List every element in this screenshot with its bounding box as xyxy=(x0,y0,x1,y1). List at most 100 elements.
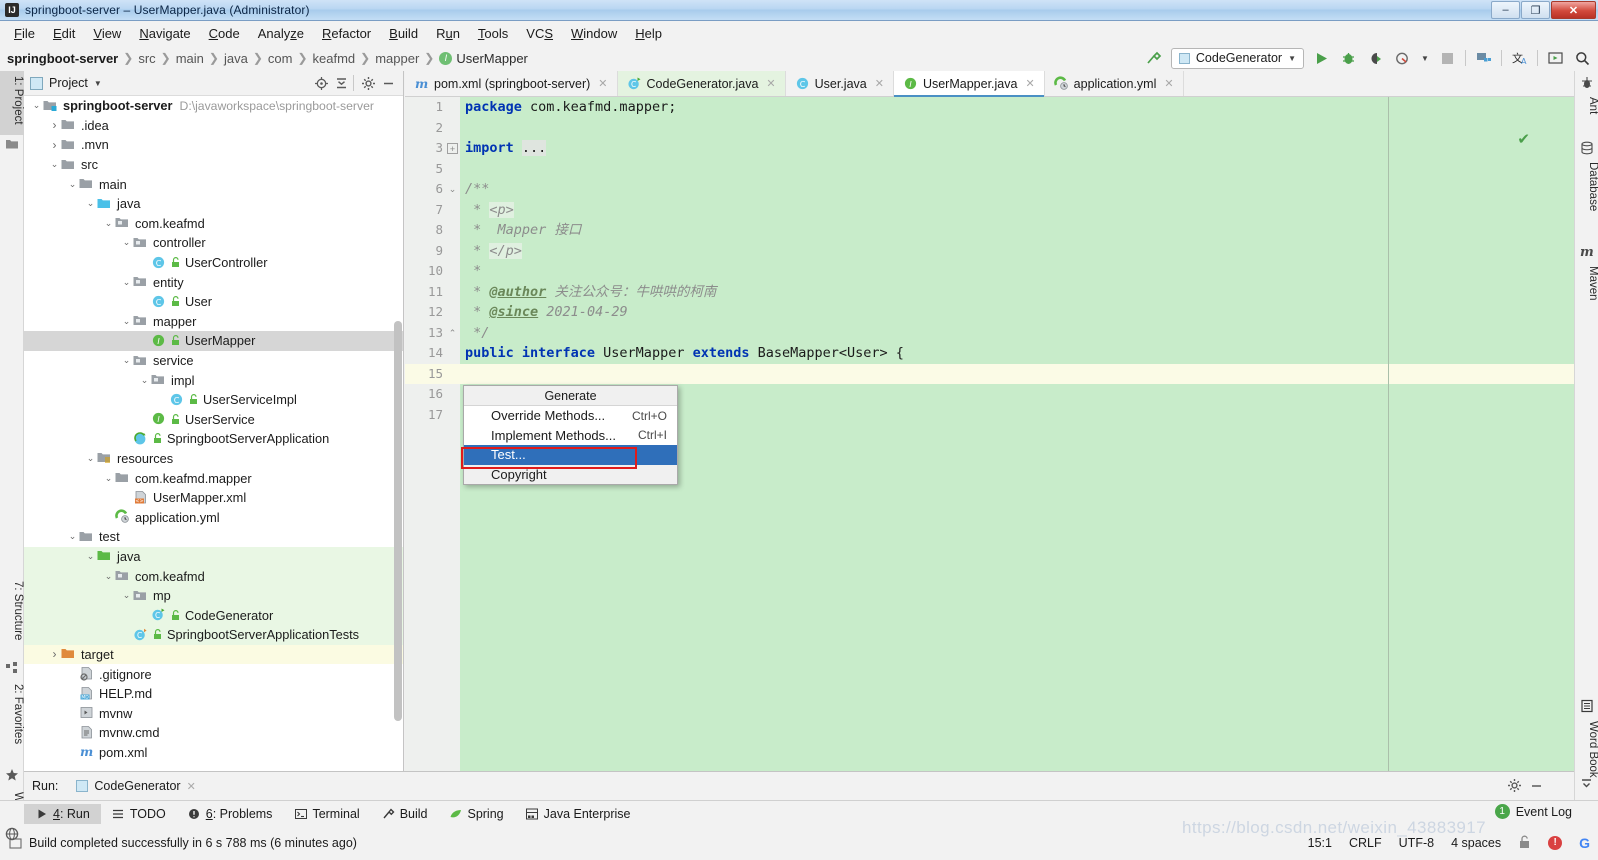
sidebar-item-structure[interactable]: 7: Structure xyxy=(0,576,24,658)
generate-menu-item-copyright[interactable]: Copyright xyxy=(464,465,677,485)
breadcrumb-item-java[interactable]: java xyxy=(224,51,248,66)
breadcrumb-item-src[interactable]: src xyxy=(138,51,155,66)
tree-item-usermapper[interactable]: IUserMapper xyxy=(24,331,403,351)
close-button[interactable]: ✕ xyxy=(1551,1,1596,19)
tree-item-controller[interactable]: ⌄controller xyxy=(24,233,403,253)
tree-item--mvn[interactable]: ›.mvn xyxy=(24,135,403,155)
chevron-down-icon[interactable]: ⌄ xyxy=(102,571,115,582)
chevron-down-icon[interactable]: ⌄ xyxy=(84,198,97,209)
tree-item-resources[interactable]: ⌄resources xyxy=(24,449,403,469)
breadcrumb-item-springboot-server[interactable]: springboot-server xyxy=(7,51,118,66)
tree-item--gitignore[interactable]: .gitignore xyxy=(24,664,403,684)
chevron-down-icon[interactable]: ⌄ xyxy=(120,590,133,601)
tree-item-entity[interactable]: ⌄entity xyxy=(24,272,403,292)
code-fold-icon[interactable]: + xyxy=(447,143,458,154)
debug-icon[interactable] xyxy=(1339,49,1358,68)
breadcrumb-item-keafmd[interactable]: keafmd xyxy=(313,51,356,66)
menu-run[interactable]: Run xyxy=(427,23,469,44)
chevron-down-icon[interactable]: ⌄ xyxy=(120,355,133,366)
menu-vcs[interactable]: VCS xyxy=(517,23,562,44)
tree-item-pom-xml[interactable]: mpom.xml xyxy=(24,743,403,763)
close-icon[interactable]: ✕ xyxy=(598,77,607,90)
tree-item-test[interactable]: ⌄test xyxy=(24,527,403,547)
menu-build[interactable]: Build xyxy=(380,23,427,44)
tree-item-java[interactable]: ⌄java xyxy=(24,547,403,567)
generate-menu-item-implement-methods[interactable]: Implement Methods...Ctrl+I xyxy=(464,426,677,446)
project-tree-scrollbar[interactable] xyxy=(394,321,402,721)
present-icon[interactable] xyxy=(1546,49,1565,68)
chevron-down-icon[interactable]: ⌄ xyxy=(84,453,97,464)
error-badge-icon[interactable]: ! xyxy=(1548,836,1562,850)
editor-tab-user-java[interactable]: CUser.java✕ xyxy=(786,71,894,96)
chevron-down-icon[interactable]: ⌄ xyxy=(30,100,43,111)
close-icon[interactable]: ✕ xyxy=(187,780,196,793)
chevron-down-icon[interactable]: ⌄ xyxy=(120,316,133,327)
menu-tools[interactable]: Tools xyxy=(469,23,517,44)
tree-item-mvnw[interactable]: mvnw xyxy=(24,703,403,723)
restore-button[interactable]: ❐ xyxy=(1521,1,1550,19)
tree-item-userserviceimpl[interactable]: CUserServiceImpl xyxy=(24,390,403,410)
tree-item-impl[interactable]: ⌄impl xyxy=(24,370,403,390)
tree-item-springbootserverapplicationtests[interactable]: CSpringbootServerApplicationTests xyxy=(24,625,403,645)
sidebar-item-maven[interactable]: Maven xyxy=(1575,261,1598,323)
chevron-down-icon[interactable]: ⌄ xyxy=(102,218,115,229)
breadcrumb-item-mapper[interactable]: mapper xyxy=(375,51,419,66)
update-app-icon[interactable] xyxy=(1474,49,1493,68)
tree-item-usermapper-xml[interactable]: <>UserMapper.xml xyxy=(24,488,403,508)
tree-item-application-yml[interactable]: application.yml xyxy=(24,507,403,527)
file-encoding[interactable]: UTF-8 xyxy=(1399,836,1434,850)
breadcrumb-item-usermapper[interactable]: UserMapper xyxy=(456,51,528,66)
menu-navigate[interactable]: Navigate xyxy=(130,23,199,44)
hide-run-panel-icon[interactable] xyxy=(1579,777,1594,795)
menu-code[interactable]: Code xyxy=(200,23,249,44)
bottom-tab-spring[interactable]: Spring xyxy=(438,804,514,824)
tree-item-usercontroller[interactable]: CUserController xyxy=(24,253,403,273)
run-configuration-selector[interactable]: CodeGenerator ▼ xyxy=(1171,48,1304,69)
chevron-right-icon[interactable]: › xyxy=(48,118,61,132)
code-fold-icon[interactable]: ⌃ xyxy=(447,328,458,339)
minimize-button[interactable]: – xyxy=(1491,1,1520,19)
generate-menu-item-override-methods[interactable]: Override Methods...Ctrl+O xyxy=(464,406,677,426)
code-fold-icon[interactable]: ⌄ xyxy=(447,184,458,195)
menu-help[interactable]: Help xyxy=(626,23,671,44)
profiler-caret-icon[interactable]: ▼ xyxy=(1420,49,1430,68)
event-log-button[interactable]: 1 Event Log xyxy=(1495,804,1572,819)
bottom-tab-6-problems[interactable]: 6: Problems xyxy=(177,804,284,824)
close-icon[interactable]: ✕ xyxy=(1025,77,1034,90)
tree-item-com-keafmd[interactable]: ⌄com.keafmd xyxy=(24,566,403,586)
tree-item--idea[interactable]: ›.idea xyxy=(24,116,403,136)
tree-item-java[interactable]: ⌄java xyxy=(24,194,403,214)
bottom-tab-todo[interactable]: TODO xyxy=(101,804,177,824)
run-with-coverage-icon[interactable] xyxy=(1366,49,1385,68)
locate-icon[interactable] xyxy=(312,74,330,92)
inspection-ok-icon[interactable]: ✔ xyxy=(1517,130,1530,148)
profiler-icon[interactable] xyxy=(1393,49,1412,68)
settings-gear-icon[interactable] xyxy=(359,74,377,92)
chevron-down-icon[interactable]: ⌄ xyxy=(120,277,133,288)
editor-gutter[interactable]: 123+56⌄78910111213⌃14151617 xyxy=(405,97,460,771)
bottom-tab-4-run[interactable]: 4: Run xyxy=(24,804,101,824)
close-icon[interactable]: ✕ xyxy=(1164,77,1173,90)
sidebar-item-ant[interactable]: Ant xyxy=(1575,92,1598,130)
menu-edit[interactable]: Edit xyxy=(44,23,84,44)
editor-tab-application-yml[interactable]: application.yml✕ xyxy=(1045,71,1184,96)
chevron-down-icon[interactable]: ⌄ xyxy=(84,551,97,562)
tree-item-user[interactable]: CUser xyxy=(24,292,403,312)
chevron-down-icon[interactable]: ⌄ xyxy=(66,179,79,190)
settings-gear-icon[interactable] xyxy=(1507,778,1522,796)
tree-item-src[interactable]: ⌄src xyxy=(24,155,403,175)
sidebar-item-project[interactable]: 1: Project xyxy=(0,71,24,135)
tree-item-com-keafmd-mapper[interactable]: ⌄com.keafmd.mapper xyxy=(24,468,403,488)
menu-view[interactable]: View xyxy=(84,23,130,44)
line-separator[interactable]: CRLF xyxy=(1349,836,1382,850)
search-everywhere-icon[interactable] xyxy=(1573,49,1592,68)
translate-icon[interactable]: 文A xyxy=(1510,49,1529,68)
tree-item-userservice[interactable]: IUserService xyxy=(24,410,403,430)
close-icon[interactable]: ✕ xyxy=(875,77,884,90)
tree-item-mp[interactable]: ⌄mp xyxy=(24,586,403,606)
collapse-all-icon[interactable] xyxy=(332,74,350,92)
editor-tab-pom-xml-springboot-server-[interactable]: mpom.xml (springboot-server)✕ xyxy=(405,71,618,96)
sidebar-item-favorites[interactable]: 2: Favorites xyxy=(0,679,24,765)
hide-panel-icon[interactable] xyxy=(379,74,397,92)
minimize-icon[interactable] xyxy=(1529,778,1544,796)
